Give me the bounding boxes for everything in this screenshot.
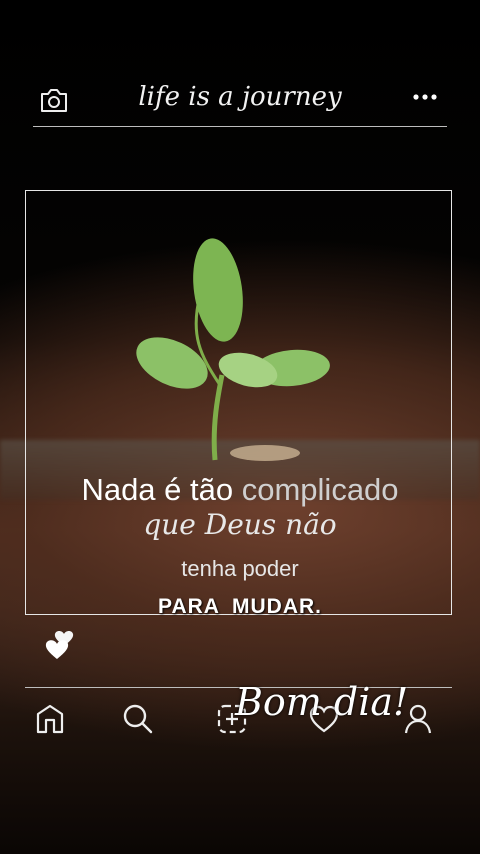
quote-line-2: que Deus não (143, 508, 337, 541)
search-icon[interactable] (121, 702, 155, 736)
home-icon[interactable] (33, 702, 67, 736)
post-frame (25, 190, 452, 615)
hearts-icon[interactable] (40, 626, 80, 666)
quote-line-3: tenha poder (181, 556, 299, 581)
more-dots-icon[interactable] (411, 92, 439, 102)
header-title: life is a journey (138, 82, 342, 112)
quote-line-4: PARA MUDAR. (158, 595, 322, 618)
quote-line-1: Nada é tão complicado (0, 472, 480, 508)
top-bar: life is a journey (33, 70, 447, 127)
quote-line-1a: Nada é tão (81, 472, 234, 507)
quote-line-1b: complicado (241, 472, 399, 507)
greeting-overlay: Bom dia! (235, 680, 409, 724)
